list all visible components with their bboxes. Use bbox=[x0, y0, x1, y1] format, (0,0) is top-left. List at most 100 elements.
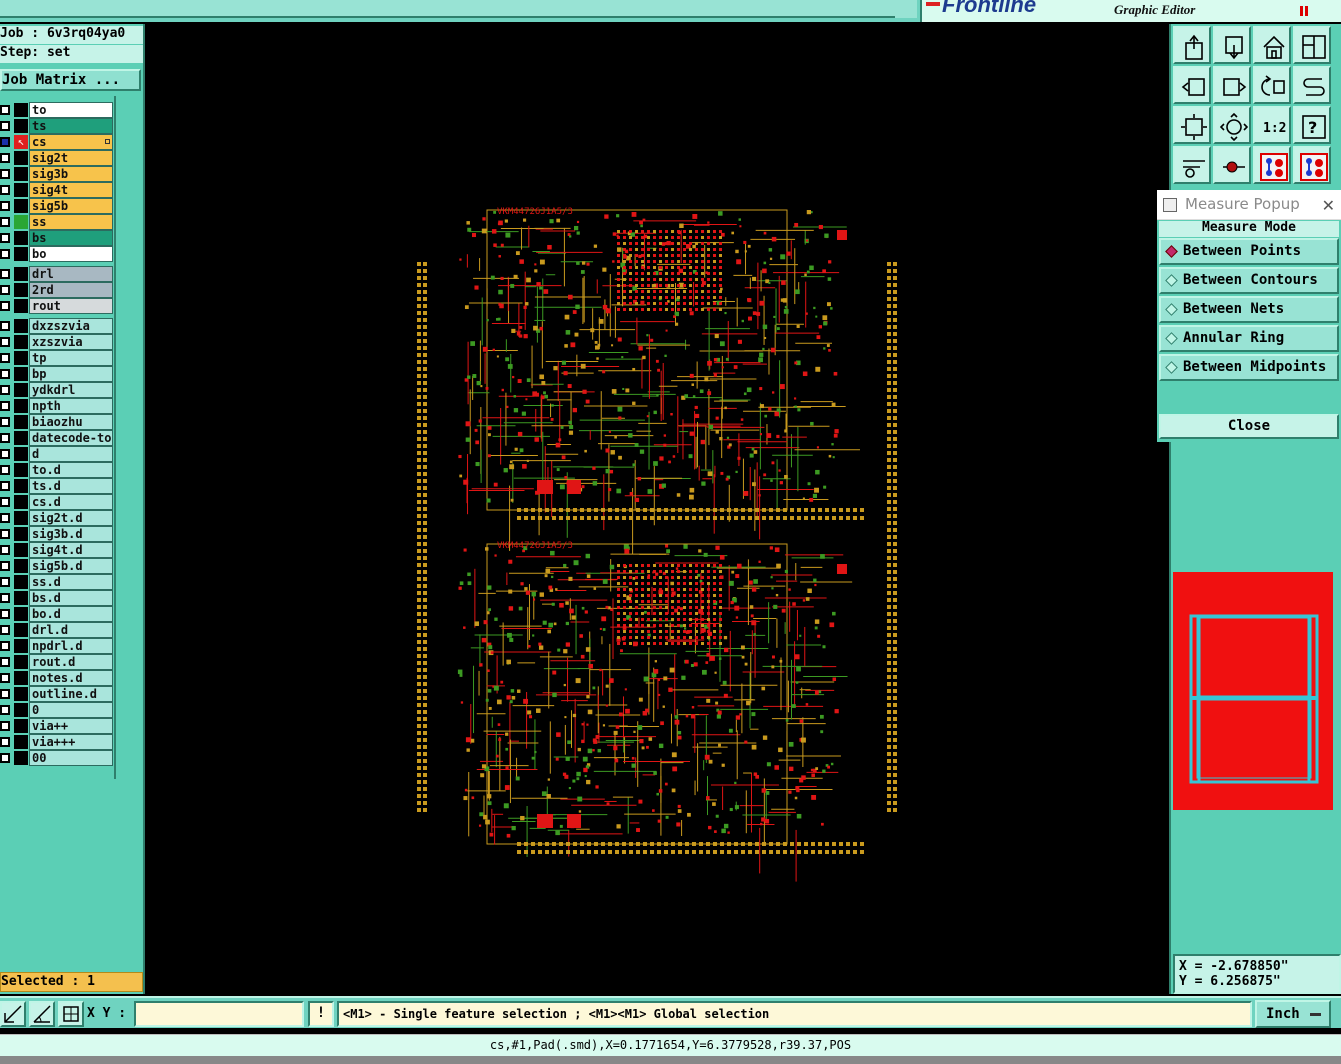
layer-row[interactable]: sig5b.d bbox=[0, 558, 116, 574]
net-highlight-icon[interactable] bbox=[1253, 146, 1291, 184]
layer-name[interactable]: sig5b.d bbox=[29, 558, 113, 574]
radio-diamond-icon[interactable] bbox=[1165, 274, 1178, 287]
layer-name[interactable]: bo.d bbox=[29, 606, 113, 622]
layer-affect-marker[interactable] bbox=[14, 639, 28, 653]
layer-checkbox[interactable] bbox=[0, 105, 10, 115]
fit-profile-icon[interactable] bbox=[1213, 106, 1251, 144]
layer-affect-marker[interactable] bbox=[14, 735, 28, 749]
layer-row[interactable]: sig2t bbox=[0, 150, 116, 166]
scale-one-to-two-icon[interactable]: 1:2 bbox=[1253, 106, 1291, 144]
layer-affect-marker[interactable] bbox=[14, 415, 28, 429]
layer-row[interactable]: sig4t.d bbox=[0, 542, 116, 558]
layer-checkbox[interactable] bbox=[0, 673, 10, 683]
help-icon[interactable]: ? bbox=[1293, 106, 1331, 144]
layer-name[interactable]: sig2t bbox=[29, 150, 113, 166]
layer-checkbox[interactable] bbox=[0, 233, 10, 243]
layer-checkbox[interactable] bbox=[0, 201, 10, 211]
layer-checkbox[interactable] bbox=[0, 481, 10, 491]
layer-checkbox[interactable] bbox=[0, 529, 10, 539]
layer-row[interactable]: ydkdrl bbox=[0, 382, 116, 398]
layer-name[interactable]: dxzszvia bbox=[29, 318, 113, 334]
layer-row[interactable]: sig2t.d bbox=[0, 510, 116, 526]
layer-row[interactable]: via++ bbox=[0, 718, 116, 734]
measure-tool-icon[interactable] bbox=[1173, 146, 1211, 184]
measure-option[interactable]: Between Midpoints bbox=[1159, 354, 1339, 381]
layer-row[interactable]: bp bbox=[0, 366, 116, 382]
layer-name[interactable]: sig3b.d bbox=[29, 526, 113, 542]
layer-row[interactable]: sig5b bbox=[0, 198, 116, 214]
layer-checkbox[interactable] bbox=[0, 721, 10, 731]
layer-row[interactable]: notes.d bbox=[0, 670, 116, 686]
layer-row[interactable]: to.d bbox=[0, 462, 116, 478]
pcb-panel-drawing[interactable]: VKM44726J1A5/3 VKM44726J1A5/3 bbox=[147, 24, 1169, 994]
popup-close-button[interactable]: Close bbox=[1159, 414, 1339, 439]
layer-row[interactable]: npdrl.d bbox=[0, 638, 116, 654]
layer-name[interactable]: sig2t.d bbox=[29, 510, 113, 526]
layer-checkbox[interactable] bbox=[0, 121, 10, 131]
pan-left-icon[interactable] bbox=[1173, 66, 1211, 104]
drc-icon[interactable] bbox=[1293, 146, 1331, 184]
layer-row[interactable]: 00 bbox=[0, 750, 116, 766]
layer-name[interactable]: cs bbox=[29, 134, 113, 150]
layer-affect-marker[interactable] bbox=[14, 479, 28, 493]
layer-affect-marker[interactable] bbox=[14, 151, 28, 165]
layer-name[interactable]: xzszvia bbox=[29, 334, 113, 350]
layer-row[interactable]: rout.d bbox=[0, 654, 116, 670]
layer-affect-marker[interactable] bbox=[14, 167, 28, 181]
layer-name[interactable]: tp bbox=[29, 350, 113, 366]
layer-name[interactable]: ts bbox=[29, 118, 113, 134]
layer-checkbox[interactable] bbox=[0, 449, 10, 459]
layer-affect-marker[interactable] bbox=[14, 335, 28, 349]
layer-affect-marker[interactable] bbox=[14, 247, 28, 261]
layer-affect-marker[interactable] bbox=[14, 703, 28, 717]
layer-name[interactable]: 2rd bbox=[29, 282, 113, 298]
layer-affect-marker[interactable] bbox=[14, 183, 28, 197]
layer-row[interactable]: bs.d bbox=[0, 590, 116, 606]
layer-name[interactable]: npth bbox=[29, 398, 113, 414]
layer-checkbox[interactable] bbox=[0, 433, 10, 443]
grid-snap-icon[interactable] bbox=[58, 1001, 84, 1027]
layer-name[interactable]: to.d bbox=[29, 462, 113, 478]
layer-affect-marker[interactable] bbox=[14, 447, 28, 461]
layer-checkbox[interactable] bbox=[0, 353, 10, 363]
layer-checkbox[interactable] bbox=[0, 369, 10, 379]
radio-diamond-icon[interactable] bbox=[1165, 303, 1178, 316]
layer-affect-marker[interactable] bbox=[14, 607, 28, 621]
layer-affect-marker[interactable] bbox=[14, 559, 28, 573]
layer-row[interactable]: 2rd bbox=[0, 282, 116, 298]
layer-name[interactable]: bp bbox=[29, 366, 113, 382]
layer-checkbox[interactable] bbox=[0, 269, 10, 279]
layer-name[interactable]: datecode-to bbox=[29, 430, 113, 446]
layer-name[interactable]: rout bbox=[29, 298, 113, 314]
zoom-home-icon[interactable] bbox=[1173, 26, 1211, 64]
layer-affect-marker[interactable] bbox=[14, 751, 28, 765]
layer-affect-marker[interactable] bbox=[14, 671, 28, 685]
layer-affect-marker[interactable] bbox=[14, 591, 28, 605]
layer-checkbox[interactable] bbox=[0, 249, 10, 259]
window-icon[interactable] bbox=[1293, 26, 1331, 64]
layer-row[interactable]: ts.d bbox=[0, 478, 116, 494]
layer-row[interactable]: drl.d bbox=[0, 622, 116, 638]
layer-checkbox[interactable] bbox=[0, 497, 10, 507]
popup-close-icon[interactable]: ✕ bbox=[1322, 192, 1335, 220]
layer-affect-marker[interactable] bbox=[14, 399, 28, 413]
layer-row[interactable]: bo bbox=[0, 246, 116, 262]
layer-affect-marker[interactable] bbox=[14, 511, 28, 525]
layer-checkbox[interactable] bbox=[0, 593, 10, 603]
layer-checkbox[interactable] bbox=[0, 737, 10, 747]
layer-checkbox[interactable] bbox=[0, 301, 10, 311]
layer-row[interactable]: outline.d bbox=[0, 686, 116, 702]
layer-name[interactable]: via++ bbox=[29, 718, 113, 734]
work-layer-cursor-icon[interactable]: ↖ bbox=[14, 135, 28, 149]
xy-input[interactable] bbox=[134, 1001, 304, 1027]
layer-name[interactable]: drl bbox=[29, 266, 113, 282]
layer-name[interactable]: rout.d bbox=[29, 654, 113, 670]
layer-row[interactable]: ss.d bbox=[0, 574, 116, 590]
title-dropdown-button[interactable] bbox=[895, 0, 917, 18]
layer-checkbox[interactable] bbox=[0, 545, 10, 555]
layer-affect-marker[interactable] bbox=[14, 495, 28, 509]
graphic-canvas[interactable]: VKM44726J1A5/3 VKM44726J1A5/3 bbox=[147, 24, 1169, 994]
layer-name[interactable]: ss.d bbox=[29, 574, 113, 590]
layer-name[interactable]: cs.d bbox=[29, 494, 113, 510]
popup-titlebar[interactable]: Measure Popup ✕ bbox=[1157, 190, 1341, 220]
